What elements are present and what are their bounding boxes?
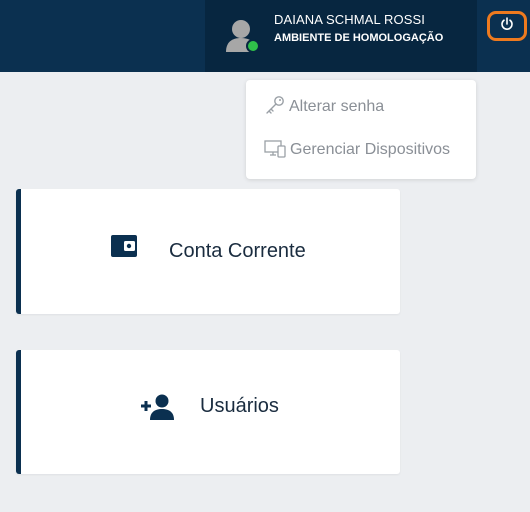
user-name: DAIANA SCHMAL ROSSI xyxy=(274,12,425,27)
card-label: Conta Corrente xyxy=(169,240,306,262)
page: DAIANA SCHMAL ROSSI AMBIENTE DE HOMOLOGA… xyxy=(0,0,530,512)
card-conta-corrente[interactable]: Conta Corrente xyxy=(16,189,400,314)
menu-item-alterar-senha[interactable]: Alterar senha xyxy=(264,94,384,120)
logout-button[interactable] xyxy=(487,11,527,41)
key-icon xyxy=(264,95,289,120)
user-dropdown-menu: Alterar senha Gerenciar Dispositivos xyxy=(246,80,476,179)
environment-label: AMBIENTE DE HOMOLOGAÇÃO xyxy=(274,32,444,44)
online-status-dot xyxy=(246,39,260,53)
devices-icon xyxy=(264,138,290,163)
menu-item-label: Alterar senha xyxy=(289,98,385,115)
add-user-icon xyxy=(139,392,177,427)
power-icon xyxy=(500,16,514,36)
wallet-icon xyxy=(109,232,139,265)
card-usuarios[interactable]: Usuários xyxy=(16,350,400,474)
menu-item-label: Gerenciar Dispositivos xyxy=(290,141,451,158)
card-label: Usuários xyxy=(200,395,279,417)
menu-item-gerenciar-dispositivos[interactable]: Gerenciar Dispositivos xyxy=(264,137,450,163)
